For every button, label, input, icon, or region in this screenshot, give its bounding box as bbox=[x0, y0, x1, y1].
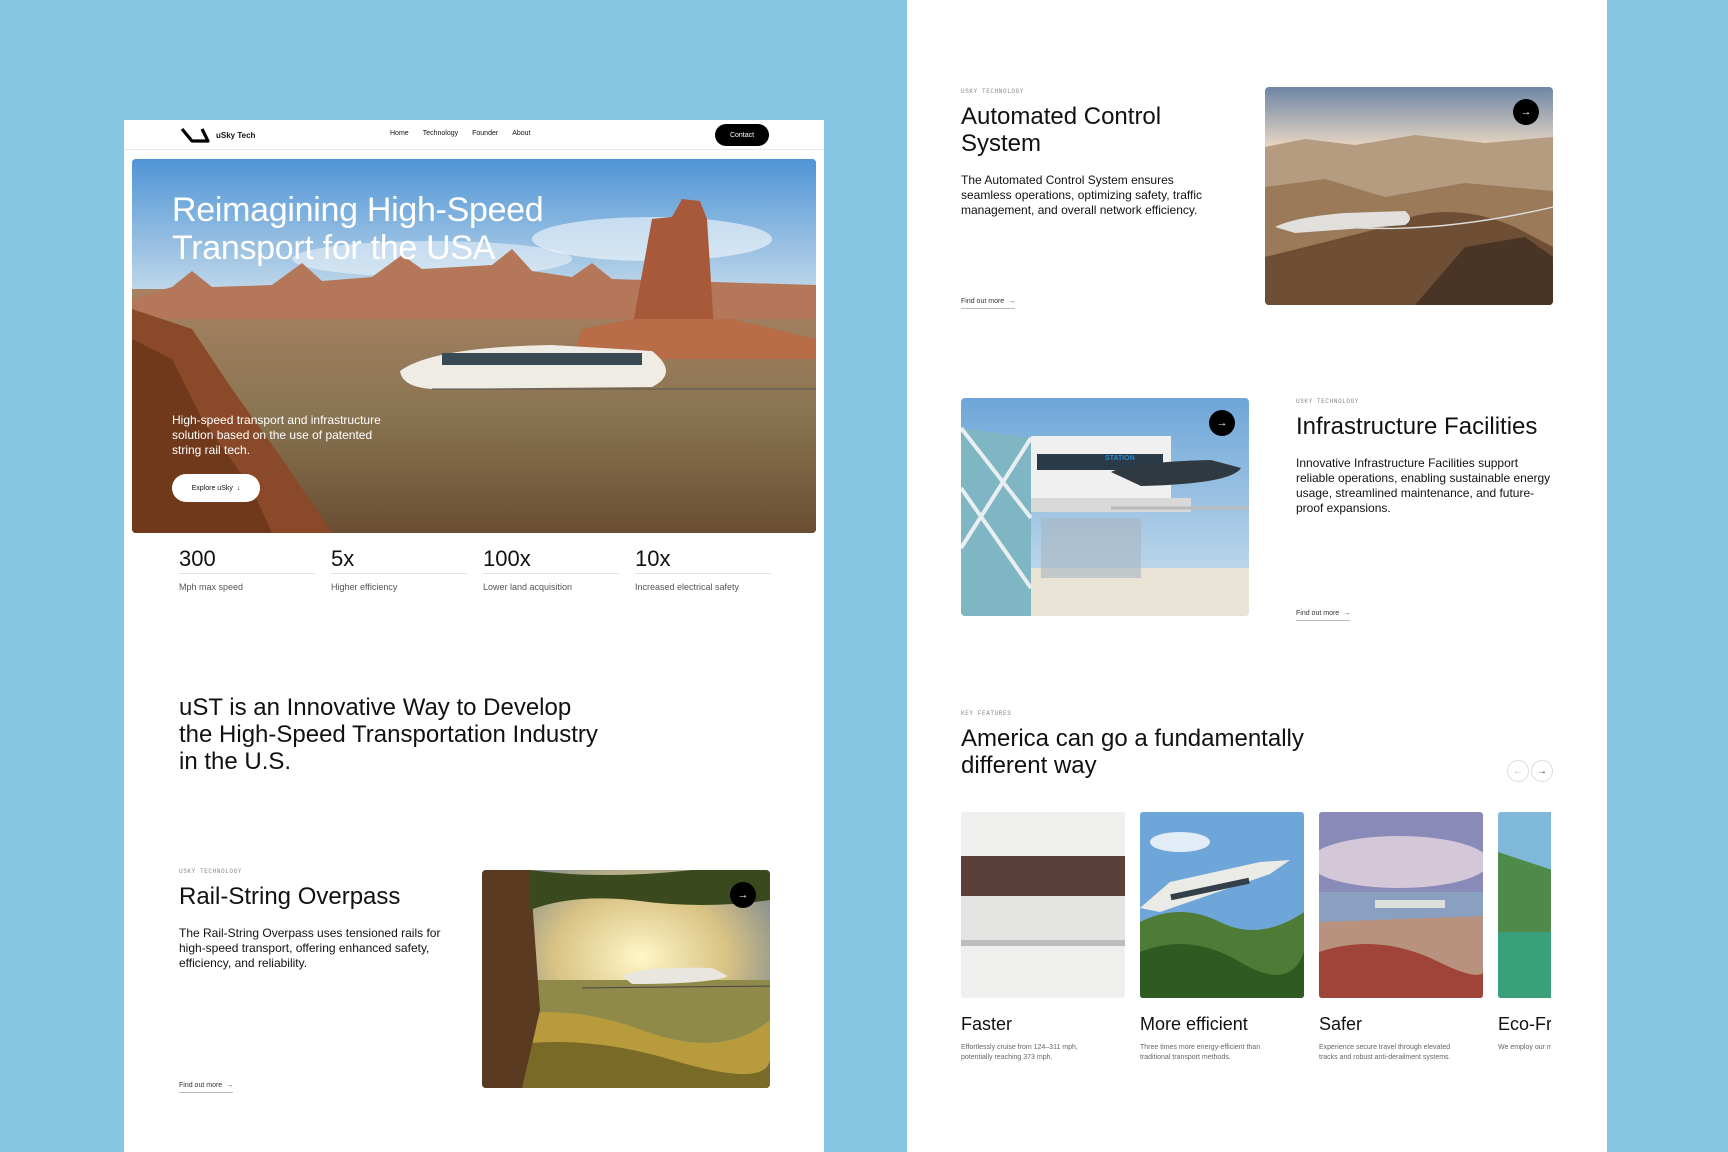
key-feature-card[interactable]: Faster Effortlessly cruise from 124–311 … bbox=[961, 812, 1125, 1063]
brand-mark-icon bbox=[180, 127, 210, 143]
hero-banner: Reimagining High-Speed Transport for the… bbox=[132, 159, 816, 533]
key-feature-card[interactable]: More efficient Three times more energy-e… bbox=[1140, 812, 1304, 1063]
stat-value: 300 bbox=[179, 546, 315, 574]
key-feature-title: More efficient bbox=[1140, 1014, 1248, 1034]
rail-string-find-more[interactable]: Find out more → bbox=[179, 1074, 234, 1093]
hero-subtitle: High-speed transport and infrastructure … bbox=[172, 413, 381, 457]
feature-eyebrow: USKY TECHNOLOGY bbox=[179, 868, 243, 875]
explore-button[interactable]: Explore uSky ↓ bbox=[172, 474, 260, 502]
arrow-right-icon: → bbox=[226, 1082, 234, 1089]
feature-title: Rail-String Overpass bbox=[179, 883, 401, 910]
train-closeup-image bbox=[961, 812, 1125, 998]
stat-value: 100x bbox=[483, 546, 619, 574]
key-feature-card[interactable]: Safer Experience secure travel through e… bbox=[1319, 812, 1483, 1063]
stat-item: 10x Increased electrical safety bbox=[635, 546, 771, 592]
train-forest-image bbox=[1140, 812, 1304, 998]
nav-link-technology[interactable]: Technology bbox=[423, 130, 458, 137]
key-feature-title: Safer bbox=[1319, 1014, 1363, 1034]
key-feature-image bbox=[1319, 812, 1483, 998]
top-navigation: uSky Tech Home Technology Founder About … bbox=[124, 120, 824, 150]
key-feature-description: Experience secure travel through elevate… bbox=[1319, 1044, 1451, 1061]
nav-link-about[interactable]: About bbox=[512, 130, 530, 137]
homepage-features-panel: USKY TECHNOLOGY Automated Control System… bbox=[907, 0, 1607, 1152]
nav-links: Home Technology Founder About bbox=[390, 130, 530, 137]
stat-item: 300 Mph max speed bbox=[179, 546, 315, 592]
brand-name: uSky Tech bbox=[216, 130, 256, 140]
explore-button-label: Explore uSky bbox=[191, 484, 233, 492]
stat-item: 100x Lower land acquisition bbox=[483, 546, 619, 592]
brand-logo[interactable]: uSky Tech bbox=[180, 127, 255, 143]
stats-row: 300 Mph max speed 5x Higher efficiency 1… bbox=[179, 546, 771, 592]
key-feature-description: Effortlessly cruise from 124–311 mph, po… bbox=[961, 1044, 1078, 1061]
key-feature-image bbox=[961, 812, 1125, 998]
train-painted-hills-image bbox=[1319, 812, 1483, 998]
eco-landscape-image bbox=[1498, 812, 1551, 998]
carousel-track: Faster Effortlessly cruise from 124–311 … bbox=[907, 0, 1551, 1152]
key-feature-image bbox=[1140, 812, 1304, 998]
key-feature-title: Faster bbox=[961, 1014, 1013, 1034]
stat-label: Increased electrical safety bbox=[635, 582, 740, 592]
stat-label: Mph max speed bbox=[179, 582, 244, 592]
key-feature-description: Three times more energy-efficient than t… bbox=[1140, 1044, 1261, 1061]
stat-item: 5x Higher efficiency bbox=[331, 546, 467, 592]
rail-string-feature-text: USKY TECHNOLOGY Rail-String Overpass The… bbox=[179, 868, 449, 971]
nav-link-founder[interactable]: Founder bbox=[472, 130, 498, 137]
mission-statement: uST is an Innovative Way to Develop the … bbox=[179, 694, 598, 775]
stat-label: Lower land acquisition bbox=[483, 582, 573, 592]
rail-string-image-card[interactable]: → bbox=[482, 870, 770, 1088]
stat-label: Higher efficiency bbox=[331, 582, 398, 592]
stat-value: 10x bbox=[635, 546, 771, 574]
key-feature-description: We employ our minimal environmental foot… bbox=[1498, 1044, 1551, 1051]
key-feature-image bbox=[1498, 812, 1551, 998]
find-more-label: Find out more bbox=[179, 1082, 223, 1089]
key-feature-title: Eco-Friendly bbox=[1498, 1014, 1551, 1034]
contact-button[interactable]: Contact bbox=[715, 124, 769, 146]
hero-title: Reimagining High-Speed Transport for the… bbox=[172, 191, 544, 267]
nav-link-home[interactable]: Home bbox=[390, 130, 409, 137]
tree-overpass-image bbox=[482, 870, 770, 1088]
homepage-top-panel: uSky Tech Home Technology Founder About … bbox=[124, 120, 824, 1152]
key-feature-card[interactable]: Eco-Friendly We employ our minimal envir… bbox=[1498, 812, 1551, 1053]
stat-value: 5x bbox=[331, 546, 467, 574]
arrow-right-icon[interactable]: → bbox=[730, 882, 756, 908]
arrow-down-icon: ↓ bbox=[236, 484, 241, 492]
feature-description: The Rail-String Overpass uses tensioned … bbox=[179, 926, 441, 970]
